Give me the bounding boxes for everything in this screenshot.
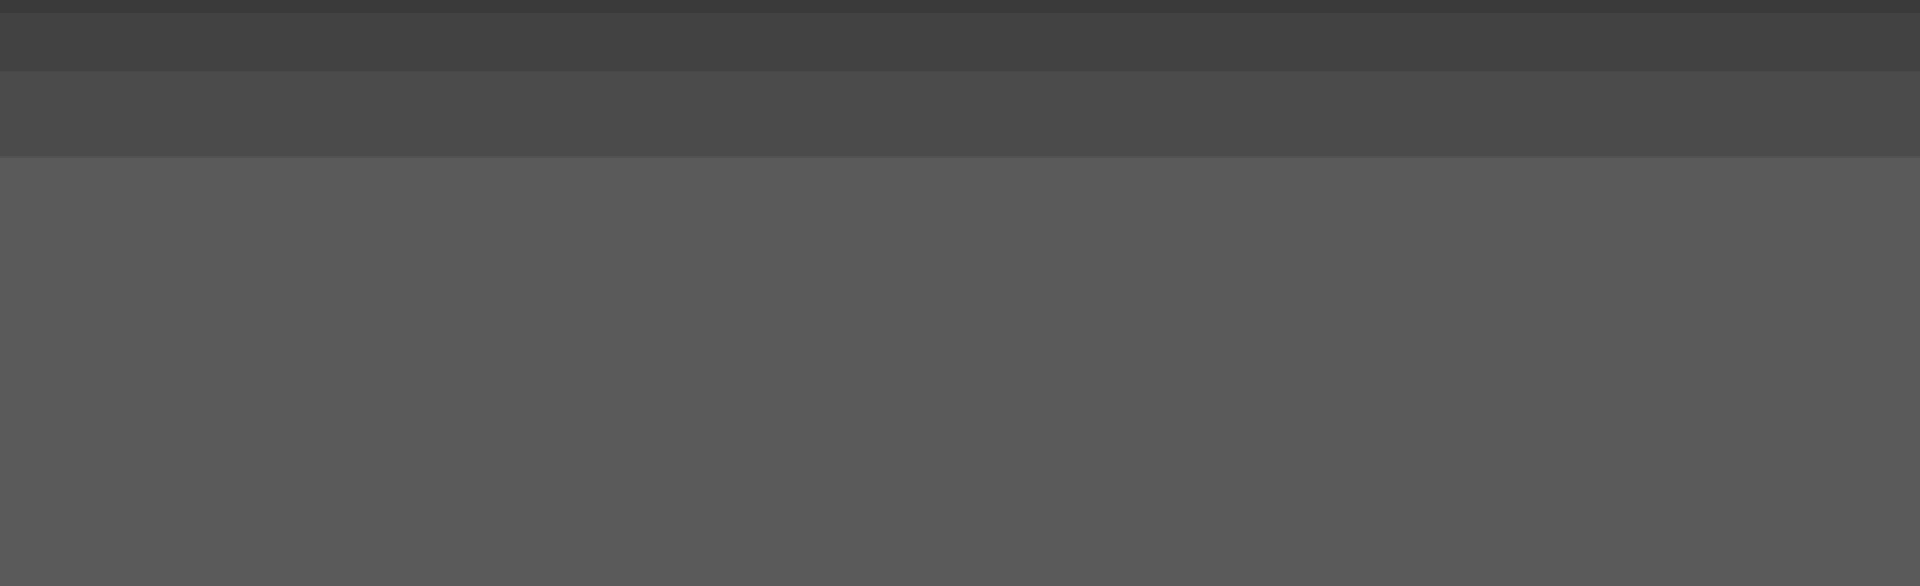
app-window (0, 0, 1920, 586)
window-top-edge (0, 0, 1920, 13)
title-bar (0, 13, 1920, 72)
toolbar (0, 72, 1920, 158)
main-content-area (0, 158, 1920, 586)
